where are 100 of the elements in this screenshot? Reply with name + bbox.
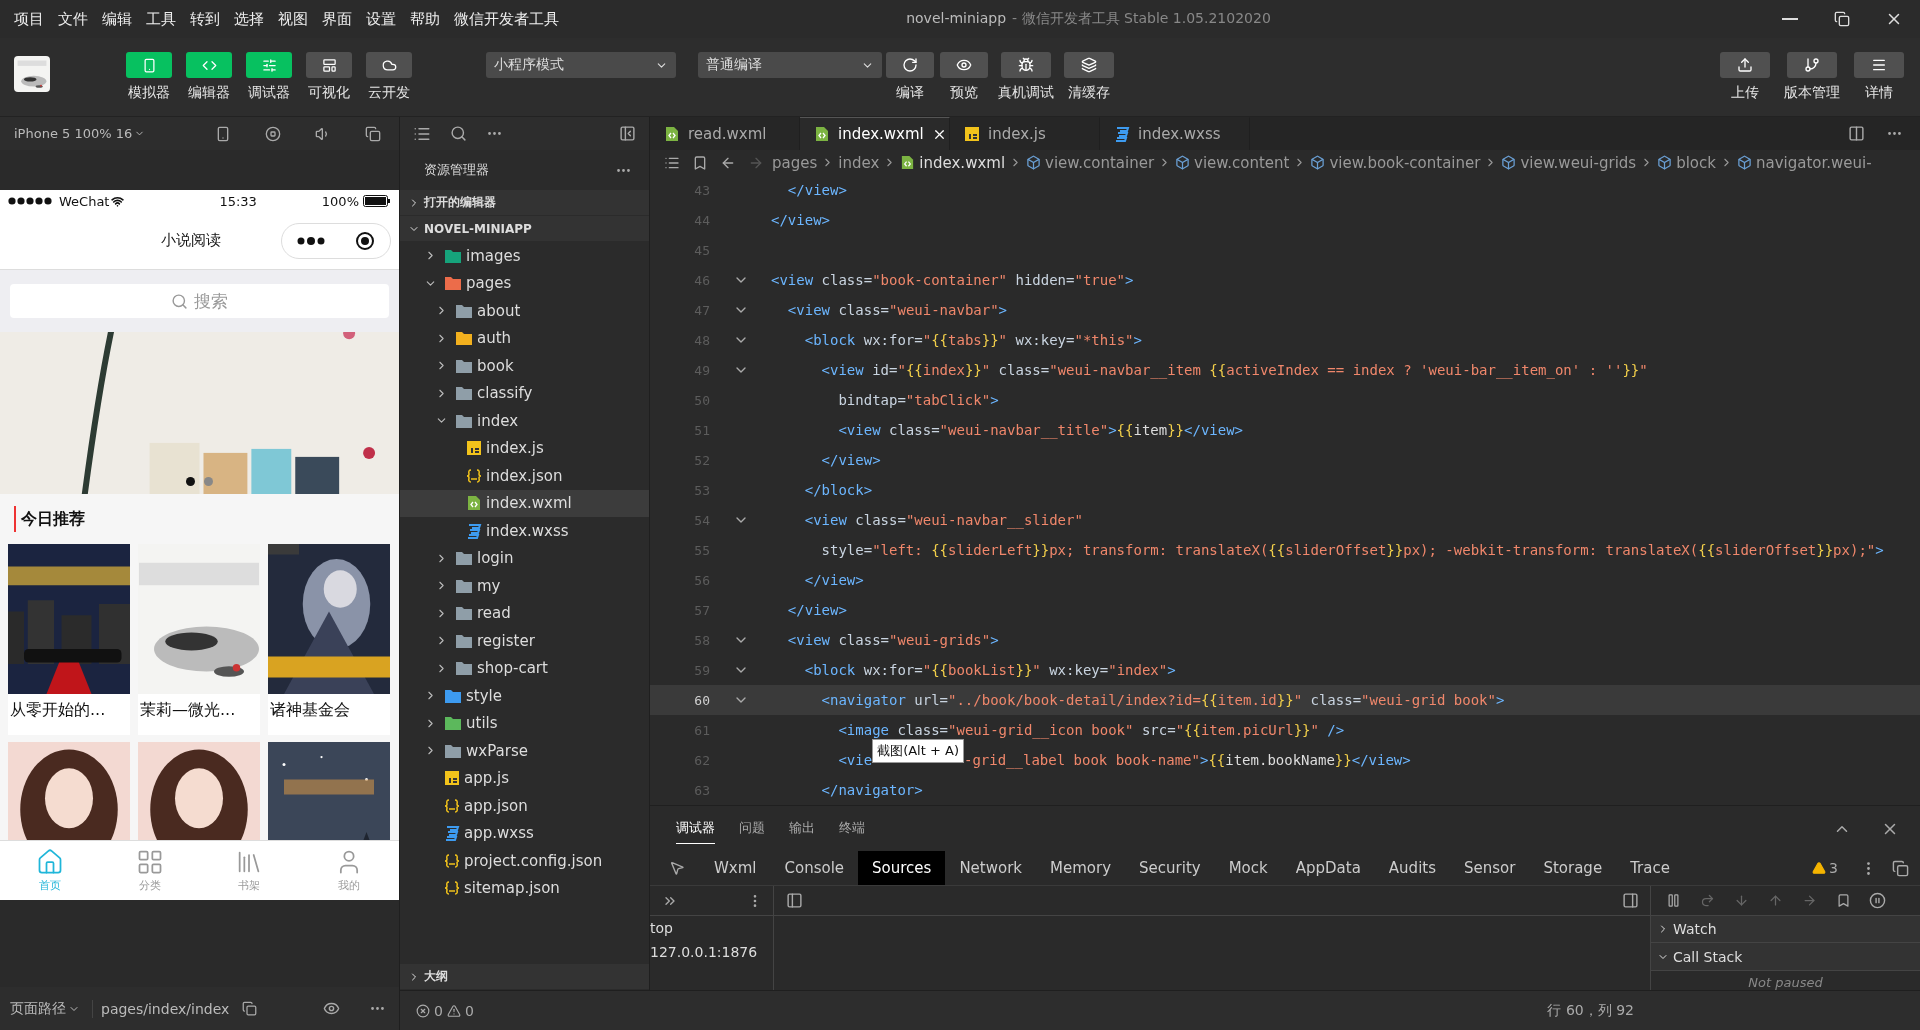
toggle-button[interactable] xyxy=(186,52,232,78)
warning-icon xyxy=(446,1003,461,1018)
toolbar-button[interactable] xyxy=(1001,52,1051,78)
device-dropdown[interactable]: iPhone 5 100% 16 xyxy=(14,126,146,141)
tree-item[interactable]: my xyxy=(477,576,501,595)
menu-item[interactable]: 转到 xyxy=(190,9,220,29)
tree-item[interactable]: book xyxy=(477,356,514,375)
toolbar-button[interactable] xyxy=(1787,52,1837,78)
tree-item[interactable]: app.json xyxy=(464,796,528,815)
panel-tab[interactable]: 输出 xyxy=(789,813,815,844)
devtools-tab[interactable]: Mock xyxy=(1214,851,1282,885)
breadcrumb-item[interactable]: index.wxml xyxy=(919,153,1006,172)
tree-item[interactable]: about xyxy=(477,301,521,320)
menu-item[interactable]: 选择 xyxy=(234,9,264,29)
compile-dropdown[interactable]: 普通编译 xyxy=(698,52,882,78)
carousel-dot[interactable] xyxy=(186,477,195,486)
menu-item[interactable]: 项目 xyxy=(14,9,44,29)
devtools-tab[interactable]: AppData xyxy=(1281,851,1375,885)
tree-item[interactable]: style xyxy=(466,686,502,705)
devtools-tab[interactable]: Network xyxy=(945,851,1037,885)
tree-item[interactable]: index.wxml xyxy=(486,494,572,513)
cursor-position[interactable]: 行 60，列 92 xyxy=(1547,1001,1634,1020)
tree-item[interactable]: classify xyxy=(477,384,533,403)
capsule-button[interactable] xyxy=(281,222,391,259)
tree-item[interactable]: project.config.json xyxy=(464,851,603,870)
code-line: <view class="weui-navbar__title">{{item}}</view> xyxy=(837,422,1244,438)
code-line: bindtap="tabClick"> xyxy=(837,392,999,408)
sidebar-section[interactable]: Watch xyxy=(1651,915,1920,944)
devtools-tab[interactable]: Storage xyxy=(1529,851,1617,885)
section-header[interactable]: 大纲 xyxy=(400,964,649,989)
tree-item[interactable]: app.wxss xyxy=(464,824,534,843)
tree-item[interactable]: index xyxy=(477,411,519,430)
breadcrumb-item[interactable]: navigator.weui- xyxy=(1755,153,1872,172)
breadcrumb-item[interactable]: pages xyxy=(772,153,818,172)
panel-tab[interactable]: 调试器 xyxy=(676,813,715,844)
devtools-tab[interactable]: Trace xyxy=(1616,851,1684,885)
toolbar-button[interactable] xyxy=(886,52,934,78)
toggle-button[interactable] xyxy=(126,52,172,78)
tree-item[interactable]: wxParse xyxy=(466,741,528,760)
tree-item[interactable]: login xyxy=(477,549,514,568)
breadcrumb-item[interactable]: view.container xyxy=(1045,153,1155,172)
devtools-tab[interactable]: Sources xyxy=(858,851,946,885)
toolbar-button[interactable] xyxy=(940,52,988,78)
carousel-dot[interactable] xyxy=(204,477,213,486)
breadcrumb-item[interactable]: index xyxy=(838,153,880,172)
tree-item[interactable]: images xyxy=(466,246,521,265)
page-path-dropdown[interactable]: 页面路径 xyxy=(10,999,93,1018)
devtools-tab[interactable]: Security xyxy=(1125,851,1215,885)
tree-item[interactable]: index.js xyxy=(486,439,544,458)
tree-item[interactable]: app.js xyxy=(464,769,509,788)
panel-tab[interactable]: 问题 xyxy=(739,813,765,844)
tree-item[interactable]: sitemap.json xyxy=(464,879,560,898)
devtools-tab[interactable]: Audits xyxy=(1374,851,1450,885)
menu-item[interactable]: 帮助 xyxy=(410,9,440,29)
menu-item[interactable]: 设置 xyxy=(366,9,396,29)
menu-item[interactable]: 界面 xyxy=(322,9,352,29)
selected-tree-row[interactable]: index.wxml xyxy=(400,489,649,517)
toggle-button[interactable] xyxy=(306,52,352,78)
warning-count: 0 xyxy=(464,1002,474,1019)
menu-item[interactable]: 编辑 xyxy=(102,9,132,29)
tree-item[interactable]: index.wxss xyxy=(486,521,569,540)
devtools-tab[interactable]: Wxml xyxy=(700,851,771,885)
menu-item[interactable]: 工具 xyxy=(146,9,176,29)
menu-item[interactable]: 微信开发者工具 xyxy=(454,9,559,29)
tree-item[interactable]: auth xyxy=(477,329,512,348)
panel-tab[interactable]: 终端 xyxy=(839,813,865,844)
toolbar-button[interactable] xyxy=(1720,52,1770,78)
toolbar-button[interactable] xyxy=(1854,52,1904,78)
window-title: novel-miniapp xyxy=(906,10,1007,28)
breadcrumb-item[interactable]: block xyxy=(1676,153,1716,172)
devtools-tab[interactable]: Sensor xyxy=(1450,851,1530,885)
toolbar-button[interactable] xyxy=(1064,52,1114,78)
editor-tab[interactable]: index.wxml xyxy=(800,117,950,150)
sidebar-section[interactable]: Call Stack xyxy=(1651,943,1920,971)
tree-item[interactable]: register xyxy=(477,631,535,650)
breadcrumb-item[interactable]: view.content xyxy=(1194,153,1290,172)
book-card[interactable]: 从零开始的... xyxy=(8,544,130,735)
menu-item[interactable]: 视图 xyxy=(278,9,308,29)
frame-item[interactable]: top xyxy=(650,916,773,940)
book-card[interactable]: 茉莉—微光... xyxy=(138,544,260,735)
menu-item[interactable]: 文件 xyxy=(58,9,88,29)
mode-dropdown[interactable]: 小程序模式 xyxy=(486,52,676,78)
tree-item[interactable]: index.json xyxy=(486,466,563,485)
tree-item[interactable]: pages xyxy=(466,274,512,293)
book-card[interactable]: 诸神基金会 xyxy=(268,544,390,735)
tree-item[interactable]: read xyxy=(477,604,511,623)
devtools-tab[interactable]: Memory xyxy=(1036,851,1126,885)
avatar[interactable] xyxy=(14,56,50,92)
breadcrumb-item[interactable]: view.weui-grids xyxy=(1520,153,1637,172)
section-header[interactable]: 打开的编辑器 xyxy=(400,190,649,215)
breadcrumb-item[interactable]: view.book-container xyxy=(1329,153,1481,172)
toggle-button[interactable] xyxy=(246,52,292,78)
frame-item[interactable]: 127.0.0.1:1876 xyxy=(650,940,773,964)
tree-item[interactable]: shop-cart xyxy=(477,659,548,678)
cube-icon xyxy=(1657,155,1673,170)
tree-item[interactable]: utils xyxy=(466,714,498,733)
devtools-tab[interactable]: Console xyxy=(770,851,859,885)
section-header[interactable]: NOVEL-MINIAPP xyxy=(400,216,649,241)
folder-icon xyxy=(455,302,473,319)
toggle-button[interactable] xyxy=(366,52,412,78)
